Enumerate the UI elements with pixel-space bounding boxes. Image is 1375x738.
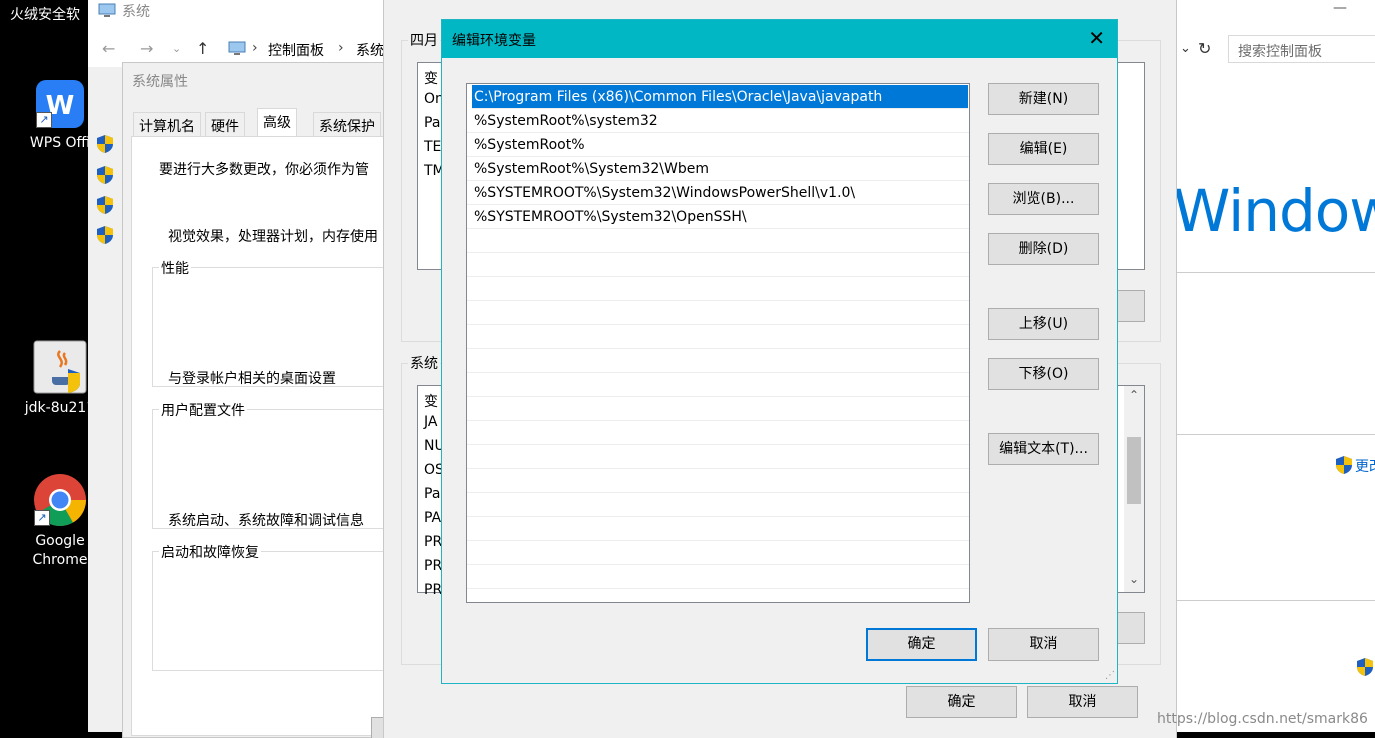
window-title: 系统 bbox=[122, 4, 150, 20]
change-settings-link[interactable]: 更改 bbox=[1355, 456, 1375, 476]
uac-shield-icon bbox=[96, 195, 114, 219]
wps-icon: W ↗ bbox=[34, 78, 86, 130]
tab-hardware[interactable]: 硬件 bbox=[205, 112, 245, 136]
java-installer-icon bbox=[32, 339, 88, 395]
group-title: 用户配置文件 bbox=[159, 400, 247, 420]
shortcut-arrow-icon: ↗ bbox=[36, 112, 52, 128]
scroll-down-icon[interactable]: ⌄ bbox=[1129, 572, 1139, 586]
address-dropdown-icon[interactable]: ⌄ bbox=[1180, 41, 1191, 56]
env-ok-button[interactable]: 确定 bbox=[906, 686, 1017, 718]
admin-notice: 要进行大多数更改，你必须作为管 bbox=[159, 162, 369, 178]
tab-system-protection[interactable]: 系统保护 bbox=[313, 112, 381, 136]
watermark-text: https://blog.csdn.net/smark86 bbox=[1157, 711, 1368, 727]
resize-grip-icon[interactable]: ⋰ bbox=[1105, 670, 1115, 681]
group-description: 系统启动、系统故障和调试信息 bbox=[168, 513, 364, 529]
close-icon[interactable]: ✕ bbox=[1088, 26, 1105, 50]
breadcrumb-control-panel[interactable]: 控制面板 bbox=[268, 40, 324, 60]
browse-button[interactable]: 浏览(B)... bbox=[988, 183, 1099, 215]
move-down-button[interactable]: 下移(O) bbox=[988, 358, 1099, 390]
breadcrumb-separator-icon: › bbox=[252, 40, 258, 56]
empty-row[interactable] bbox=[467, 469, 969, 493]
edit-environment-variable-dialog: 编辑环境变量 ✕ C:\Program Files (x86)\Common F… bbox=[441, 19, 1118, 684]
search-input[interactable]: 搜索控制面板 bbox=[1228, 35, 1375, 63]
dialog-title: 系统属性 bbox=[132, 74, 188, 90]
cancel-button[interactable]: 取消 bbox=[988, 628, 1099, 661]
breadcrumb-system[interactable]: 系统 bbox=[356, 40, 384, 60]
group-description: 与登录帐户相关的桌面设置 bbox=[168, 371, 336, 387]
scrollbar[interactable]: ⌃ ⌄ bbox=[1124, 386, 1144, 592]
chrome-icon: ↗ bbox=[32, 472, 88, 528]
shortcut-arrow-icon: ↗ bbox=[34, 510, 50, 526]
empty-row[interactable] bbox=[467, 349, 969, 373]
path-item[interactable]: %SystemRoot%\System32\Wbem bbox=[467, 157, 969, 181]
uac-shield-icon bbox=[96, 225, 114, 249]
path-item[interactable]: %SystemRoot% bbox=[467, 133, 969, 157]
empty-row[interactable] bbox=[467, 565, 969, 589]
edit-button[interactable]: 编辑(E) bbox=[988, 133, 1099, 165]
empty-row[interactable] bbox=[467, 373, 969, 397]
path-item[interactable]: %SYSTEMROOT%\System32\OpenSSH\ bbox=[467, 205, 969, 229]
system-properties-dialog: 系统属性 计算机名 硬件 高级 系统保护 要进行大多数更改，你必须作为管 性能 … bbox=[122, 62, 432, 738]
desktop-icon-huorong[interactable]: 火绒安全软 bbox=[2, 0, 88, 25]
control-panel-content: Window 更改 bbox=[1153, 67, 1375, 732]
path-item[interactable]: %SystemRoot%\system32 bbox=[467, 109, 969, 133]
empty-row[interactable] bbox=[467, 277, 969, 301]
control-panel-icon bbox=[228, 41, 246, 61]
group-description: 视觉效果，处理器计划，内存使用 bbox=[168, 229, 378, 245]
dialog-titlebar: 编辑环境变量 ✕ bbox=[442, 20, 1117, 58]
empty-row[interactable] bbox=[467, 517, 969, 541]
scroll-up-icon[interactable]: ⌃ bbox=[1129, 388, 1139, 402]
up-arrow-icon[interactable]: ↑ bbox=[196, 39, 209, 58]
empty-row[interactable] bbox=[467, 229, 969, 253]
recent-chevron-icon[interactable]: ⌄ bbox=[172, 42, 181, 55]
minimize-icon[interactable]: — bbox=[1333, 0, 1347, 16]
group-title: 启动和故障恢复 bbox=[159, 542, 261, 562]
uac-shield-icon bbox=[96, 165, 114, 189]
empty-row[interactable] bbox=[467, 397, 969, 421]
user-variables-title: 四月 bbox=[408, 30, 440, 50]
desktop-icon-label: 火绒安全软 bbox=[10, 7, 80, 23]
dialog-title: 编辑环境变量 bbox=[452, 33, 536, 49]
empty-row[interactable] bbox=[467, 493, 969, 517]
ok-button[interactable]: 确定 bbox=[866, 628, 977, 661]
env-cancel-button[interactable]: 取消 bbox=[1027, 686, 1138, 718]
breadcrumb-separator-icon: › bbox=[338, 40, 344, 56]
empty-row[interactable] bbox=[467, 541, 969, 565]
windows-logo-text: Window bbox=[1173, 177, 1375, 245]
uac-shield-icon bbox=[1335, 455, 1353, 479]
tab-advanced[interactable]: 高级 bbox=[257, 108, 297, 137]
empty-row[interactable] bbox=[467, 253, 969, 277]
path-list[interactable]: C:\Program Files (x86)\Common Files\Orac… bbox=[466, 83, 970, 603]
refresh-icon[interactable]: ↻ bbox=[1198, 39, 1211, 58]
uac-shield-icon bbox=[1356, 657, 1374, 681]
new-button[interactable]: 新建(N) bbox=[988, 83, 1099, 115]
empty-row[interactable] bbox=[467, 301, 969, 325]
edit-text-button[interactable]: 编辑文本(T)... bbox=[988, 433, 1099, 465]
empty-row[interactable] bbox=[467, 325, 969, 349]
delete-button[interactable]: 删除(D) bbox=[988, 233, 1099, 265]
uac-shield-icon bbox=[96, 134, 114, 158]
path-item-selected[interactable]: C:\Program Files (x86)\Common Files\Orac… bbox=[472, 85, 968, 109]
system-variables-title: 系统 bbox=[408, 353, 440, 373]
empty-row[interactable] bbox=[467, 421, 969, 445]
move-up-button[interactable]: 上移(U) bbox=[988, 308, 1099, 340]
back-arrow-icon[interactable]: ← bbox=[102, 39, 115, 58]
scrollbar-thumb[interactable] bbox=[1127, 437, 1141, 504]
tab-computer-name[interactable]: 计算机名 bbox=[133, 112, 201, 136]
empty-row[interactable] bbox=[467, 445, 969, 469]
forward-arrow-icon[interactable]: → bbox=[140, 39, 153, 58]
computer-icon bbox=[98, 3, 116, 23]
group-title: 性能 bbox=[159, 258, 191, 278]
path-item[interactable]: %SYSTEMROOT%\System32\WindowsPowerShell\… bbox=[467, 181, 969, 205]
